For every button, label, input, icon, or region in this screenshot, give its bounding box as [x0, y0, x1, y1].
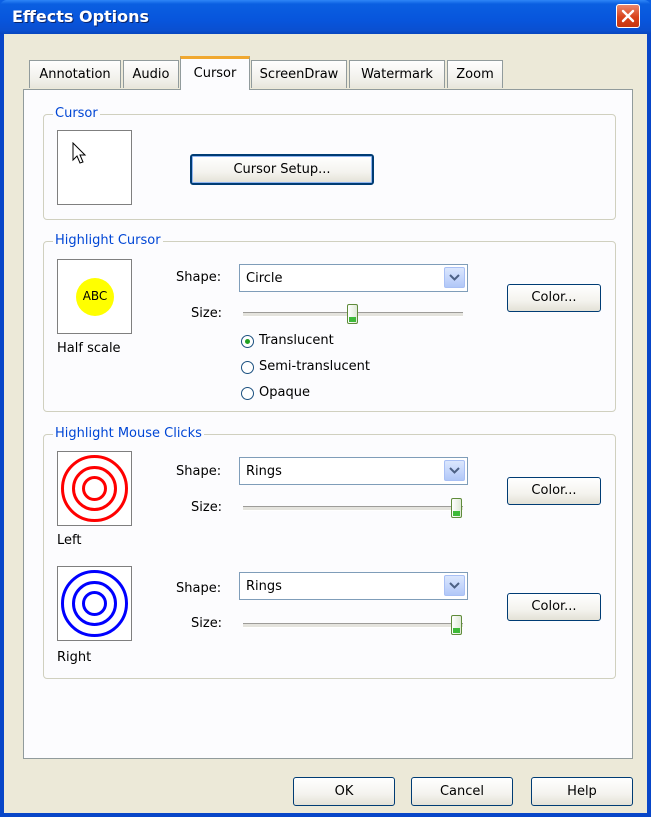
tab-cursor[interactable]: Cursor: [180, 56, 250, 90]
semi-translucent-label[interactable]: Semi-translucent: [259, 359, 370, 374]
tab-label: Annotation: [39, 67, 111, 82]
chevron-down-icon: [449, 582, 460, 589]
dropdown-button[interactable]: [444, 460, 465, 481]
translucent-radio[interactable]: [241, 335, 254, 348]
left-size-slider[interactable]: [451, 498, 462, 518]
highlight-color-button[interactable]: Color...: [507, 284, 601, 312]
size-label: Size:: [191, 306, 223, 321]
highlight-shape-select[interactable]: Circle: [239, 264, 468, 292]
highlight-clicks-legend: Highlight Mouse Clicks: [53, 426, 204, 441]
left-click-caption: Left: [57, 533, 82, 548]
select-value: Rings: [246, 579, 282, 594]
shape-label: Shape:: [176, 270, 222, 285]
right-size-slider[interactable]: [451, 615, 462, 635]
right-color-button[interactable]: Color...: [507, 593, 601, 621]
highlight-cursor-legend: Highlight Cursor: [53, 233, 163, 248]
translucent-label[interactable]: Translucent: [259, 333, 334, 348]
cancel-button[interactable]: Cancel: [411, 777, 513, 806]
left-shape-select[interactable]: Rings: [239, 457, 468, 485]
close-icon: [621, 9, 635, 23]
left-size-track: [243, 506, 463, 511]
left-shape-label: Shape:: [176, 464, 222, 479]
select-value: Rings: [246, 464, 282, 479]
help-button[interactable]: Help: [531, 777, 633, 806]
tab-label: Watermark: [361, 67, 433, 82]
tab-label: ScreenDraw: [259, 67, 339, 82]
tab-annotation[interactable]: Annotation: [29, 60, 121, 88]
dropdown-button[interactable]: [444, 267, 465, 288]
arrow-cursor-icon: [72, 142, 87, 164]
highlight-preview-caption: Half scale: [57, 341, 121, 356]
cursor-preview: [57, 130, 132, 205]
cursor-setup-button[interactable]: Cursor Setup...: [190, 154, 374, 185]
title-bar[interactable]: Effects Options: [0, 0, 651, 34]
close-button[interactable]: [616, 4, 640, 28]
cursor-group-legend: Cursor: [53, 106, 100, 121]
right-size-track: [243, 623, 463, 628]
tab-screendraw[interactable]: ScreenDraw: [251, 60, 347, 88]
right-click-caption: Right: [57, 650, 92, 665]
chevron-down-icon: [449, 274, 460, 281]
ok-button[interactable]: OK: [293, 777, 395, 806]
right-shape-select[interactable]: Rings: [239, 572, 468, 600]
highlight-cursor-preview: ABC: [57, 259, 132, 334]
tab-watermark[interactable]: Watermark: [349, 60, 445, 88]
tab-zoom[interactable]: Zoom: [447, 60, 503, 88]
effects-options-window: Effects Options Annotation Audio Cursor …: [0, 0, 651, 817]
left-color-button[interactable]: Color...: [507, 477, 601, 505]
tab-label: Zoom: [456, 67, 494, 82]
tab-label: Audio: [132, 67, 170, 82]
right-click-preview: [57, 566, 132, 641]
window-title: Effects Options: [12, 7, 150, 26]
rings-icon-right: [61, 570, 128, 637]
highlight-size-slider[interactable]: [347, 304, 358, 324]
left-click-preview: [57, 451, 132, 526]
tab-label: Cursor: [193, 66, 237, 81]
chevron-down-icon: [449, 467, 460, 474]
opaque-label[interactable]: Opaque: [259, 385, 310, 400]
left-size-label: Size:: [191, 500, 223, 515]
right-shape-label: Shape:: [176, 581, 222, 596]
highlight-preview-text: ABC: [82, 289, 108, 303]
semi-translucent-radio[interactable]: [241, 361, 254, 374]
opaque-radio[interactable]: [241, 387, 254, 400]
right-size-label: Size:: [191, 616, 223, 631]
rings-icon-left: [61, 455, 128, 522]
select-value: Circle: [246, 271, 283, 286]
dropdown-button[interactable]: [444, 575, 465, 596]
tab-audio[interactable]: Audio: [123, 60, 179, 88]
